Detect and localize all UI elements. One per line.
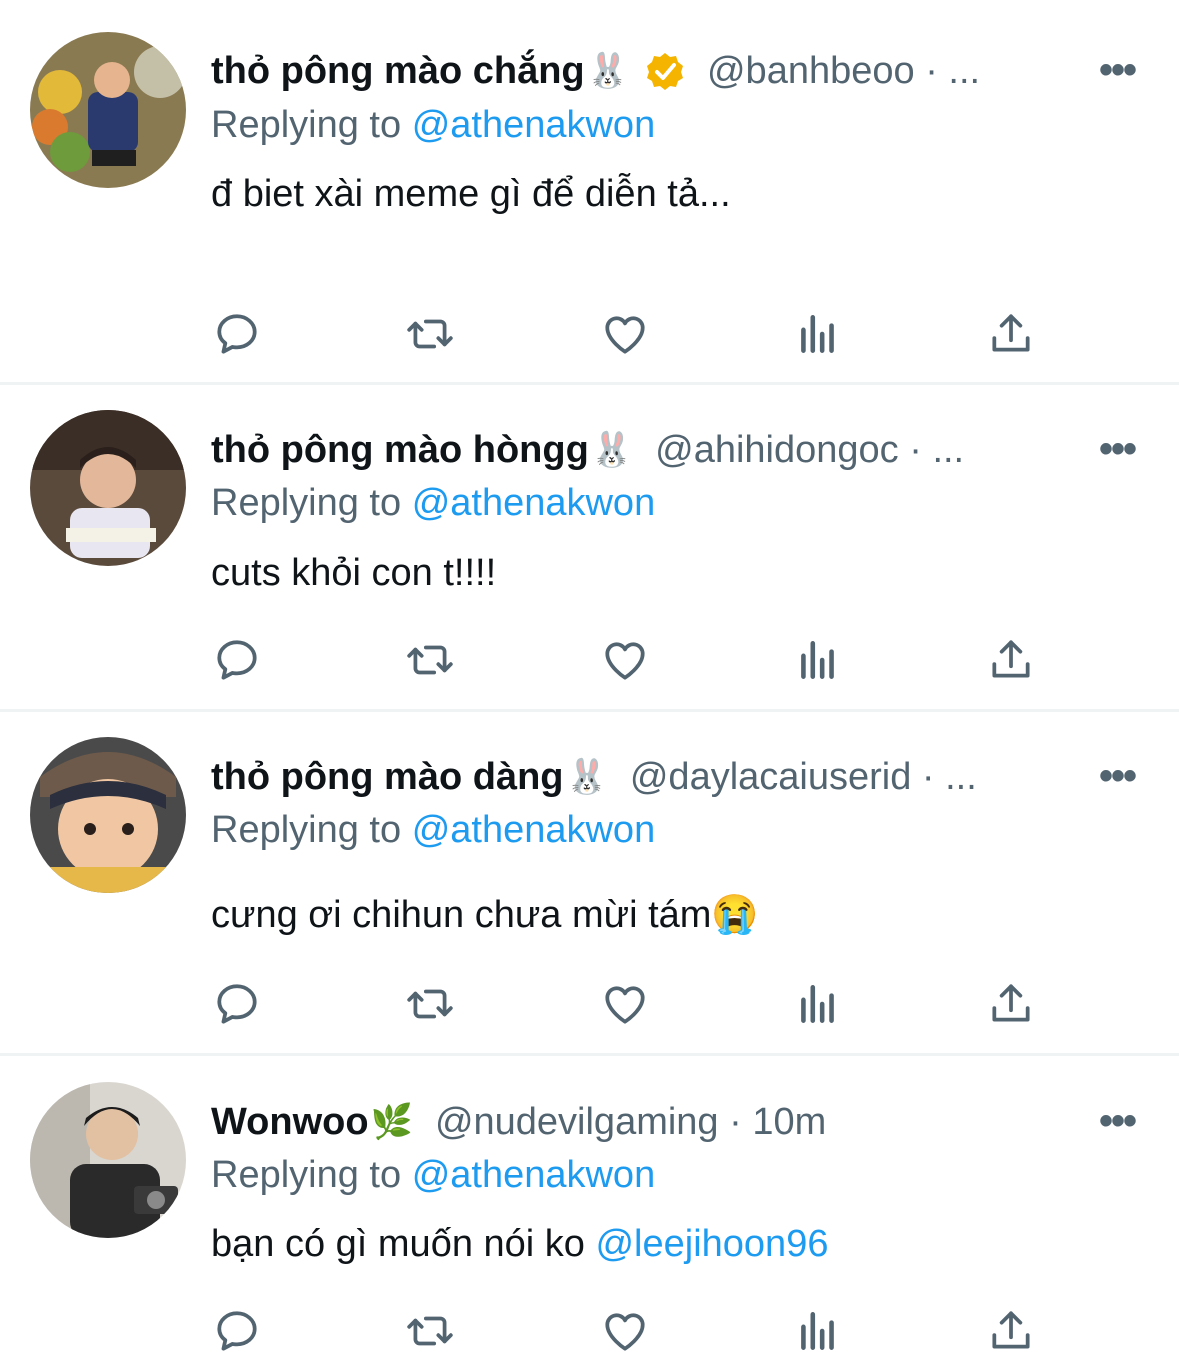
- replying-label: Replying to: [211, 809, 402, 851]
- like-icon[interactable]: [597, 976, 653, 1032]
- share-icon[interactable]: [983, 1303, 1039, 1359]
- views-icon[interactable]: [790, 632, 846, 688]
- reply-mention-link[interactable]: @athenakwon: [412, 482, 656, 524]
- handle[interactable]: @banhbeoo · ...: [707, 50, 980, 93]
- retweet-icon[interactable]: [402, 1303, 458, 1359]
- handle[interactable]: @daylacaiuserid · ...: [630, 756, 977, 799]
- rabbit-emoji: 🐰: [590, 431, 634, 469]
- verified-badge-icon: [645, 51, 685, 91]
- tweet-text-content: cuts khỏi con t!!!!: [211, 552, 497, 594]
- action-bar: [0, 632, 1179, 692]
- divider: [0, 382, 1179, 385]
- like-icon[interactable]: [597, 1303, 653, 1359]
- handle[interactable]: @ahihidongoc · ...: [655, 429, 964, 472]
- display-name[interactable]: Wonwoo: [211, 1101, 369, 1144]
- avatar[interactable]: [30, 1082, 186, 1238]
- action-bar: [0, 1303, 1179, 1363]
- like-icon[interactable]: [597, 632, 653, 688]
- replying-label: Replying to: [211, 482, 402, 524]
- divider: [0, 709, 1179, 712]
- views-icon[interactable]: [790, 976, 846, 1032]
- display-name[interactable]: thỏ pông mào dàng: [211, 756, 564, 799]
- rabbit-emoji: 🐰: [586, 52, 629, 90]
- retweet-icon[interactable]: [402, 632, 458, 688]
- tweet-text-mention[interactable]: @leejihoon96: [595, 1223, 828, 1265]
- more-options-icon[interactable]: •••: [1099, 427, 1137, 472]
- share-icon[interactable]: [983, 306, 1039, 362]
- views-icon[interactable]: [790, 306, 846, 362]
- more-options-icon[interactable]: •••: [1099, 48, 1137, 93]
- tweet-text-content: bạn có gì muốn nói ko: [211, 1223, 596, 1265]
- retweet-icon[interactable]: [402, 976, 458, 1032]
- display-name[interactable]: thỏ pông mào chắng: [211, 50, 585, 93]
- action-bar: [0, 976, 1179, 1036]
- rabbit-emoji: 🐰: [565, 758, 608, 796]
- tweet-header: thỏ pông mào chắng 🐰 @banhbeoo · ...: [211, 48, 980, 94]
- avatar[interactable]: [30, 737, 186, 893]
- reply-mention-link[interactable]: @athenakwon: [412, 104, 656, 146]
- reply-icon[interactable]: [209, 976, 265, 1032]
- tweet-text-content: cưng ơi chihun chưa mừi tám😭: [211, 894, 759, 936]
- replying-to: Replying to @athenakwon: [211, 482, 655, 525]
- replying-label: Replying to: [211, 1154, 402, 1196]
- share-icon[interactable]: [983, 632, 1039, 688]
- replying-to: Replying to @athenakwon: [211, 1154, 655, 1197]
- tweet-text: bạn có gì muốn nói ko @leejihoon96: [211, 1223, 828, 1266]
- reply-mention-link[interactable]: @athenakwon: [412, 809, 656, 851]
- replying-to: Replying to @athenakwon: [211, 809, 655, 852]
- avatar[interactable]: [30, 410, 186, 566]
- reply-icon[interactable]: [209, 1303, 265, 1359]
- tweet-text-content: đ biet xài meme gì để diễn tả...: [211, 173, 731, 215]
- tweet-text: cuts khỏi con t!!!!: [211, 552, 496, 595]
- retweet-icon[interactable]: [402, 306, 458, 362]
- action-bar: [0, 306, 1179, 366]
- display-name[interactable]: thỏ pông mào hòngg: [211, 429, 589, 472]
- tweet-header: thỏ pông mào dàng 🐰 @daylacaiuserid · ..…: [211, 754, 977, 800]
- more-options-icon[interactable]: •••: [1099, 1099, 1137, 1144]
- handle[interactable]: @nudevilgaming · 10m: [435, 1101, 826, 1144]
- like-icon[interactable]: [597, 306, 653, 362]
- tweet-header: Wonwoo 🌿 @nudevilgaming · 10m: [211, 1099, 826, 1145]
- divider: [0, 1053, 1179, 1056]
- views-icon[interactable]: [790, 1303, 846, 1359]
- avatar[interactable]: [30, 32, 186, 188]
- tweet-text: cưng ơi chihun chưa mừi tám😭: [211, 893, 759, 937]
- reply-mention-link[interactable]: @athenakwon: [412, 1154, 656, 1196]
- more-options-icon[interactable]: •••: [1099, 754, 1137, 799]
- tweet-header: thỏ pông mào hòngg 🐰 @ahihidongoc · ...: [211, 427, 964, 473]
- herb-emoji: 🌿: [370, 1103, 413, 1141]
- replying-label: Replying to: [211, 104, 402, 146]
- share-icon[interactable]: [983, 976, 1039, 1032]
- tweet-text: đ biet xài meme gì để diễn tả...: [211, 173, 731, 216]
- reply-icon[interactable]: [209, 306, 265, 362]
- reply-icon[interactable]: [209, 632, 265, 688]
- replying-to: Replying to @athenakwon: [211, 104, 655, 147]
